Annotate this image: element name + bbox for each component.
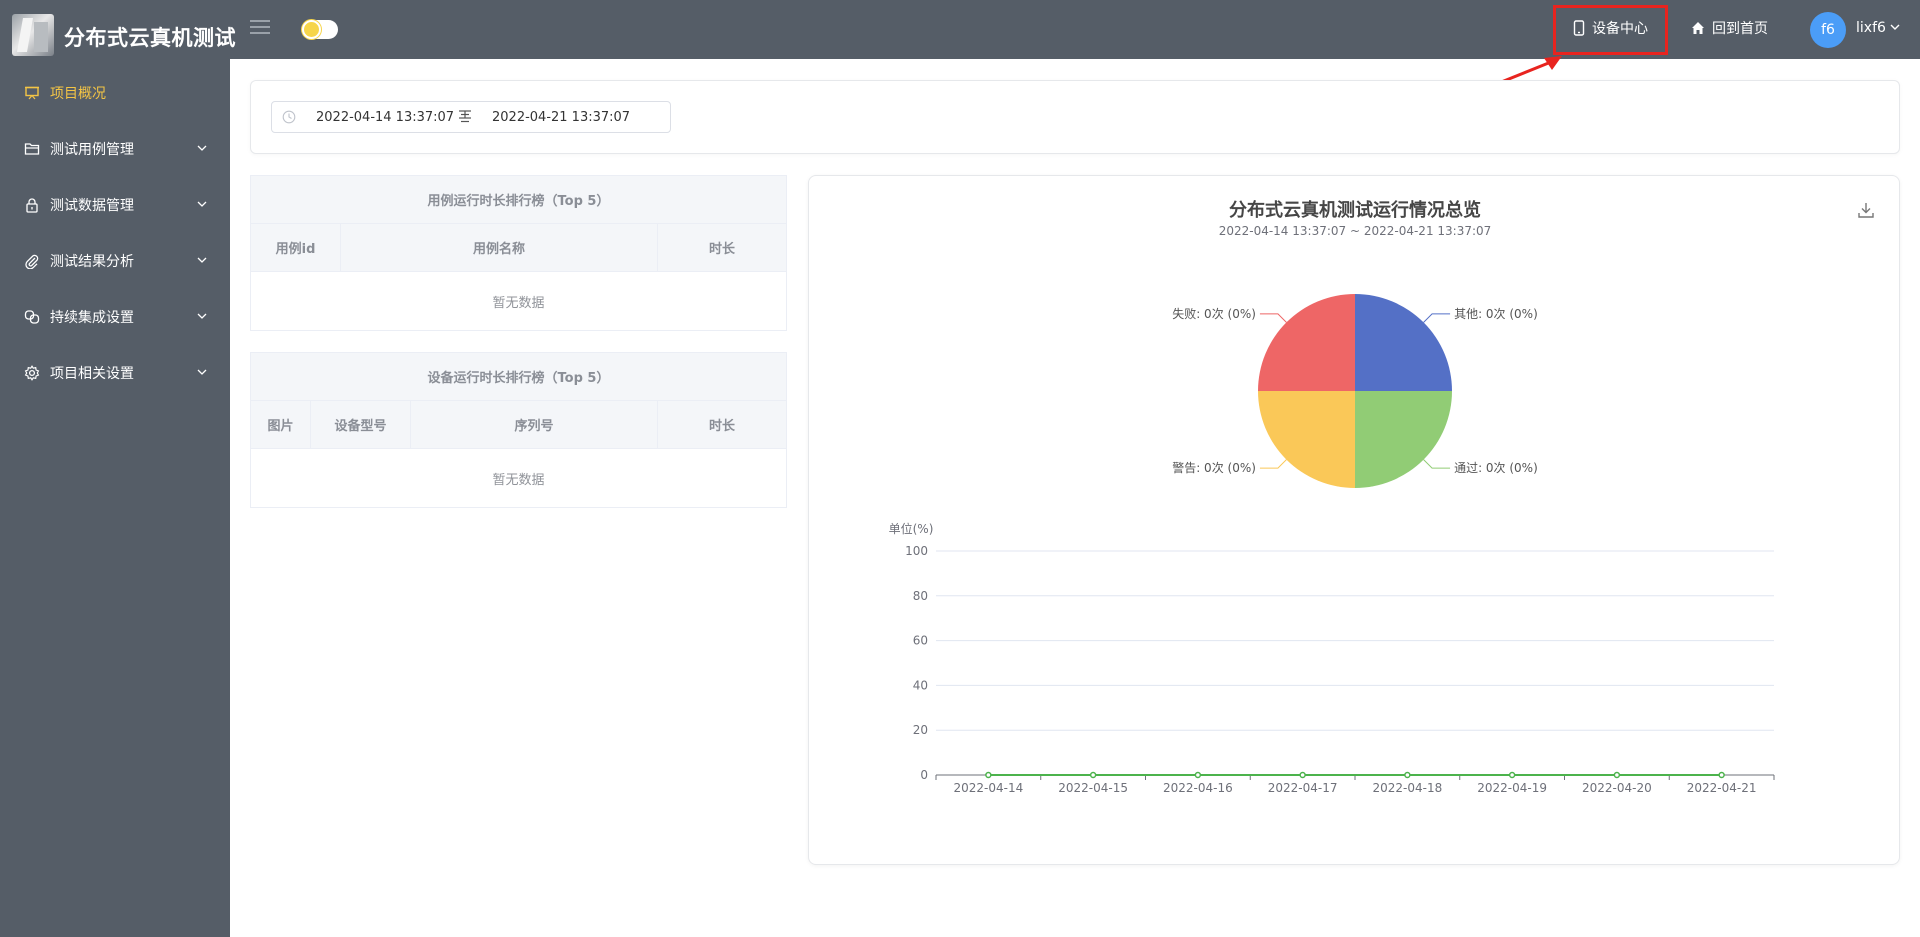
sidebar-item-overview[interactable]: 项目概况 <box>0 73 230 113</box>
pie-label: 通过: 0次 (0%) <box>1454 461 1538 475</box>
theme-toggle[interactable] <box>302 20 338 39</box>
sidebar-item-label: 项目相关设置 <box>50 366 134 382</box>
column-header[interactable]: 设备型号 <box>311 401 411 448</box>
data-point <box>1089 771 1097 779</box>
pie-label-line <box>1259 313 1287 323</box>
gear-icon <box>24 365 40 381</box>
case-ranking-table: 用例运行时长排行榜（Top 5） 用例id 用例名称 时长 暂无数据 <box>250 175 787 331</box>
chevron-down-icon <box>197 313 207 319</box>
home-link[interactable]: 回到首页 <box>1690 18 1768 38</box>
sidebar-item-settings[interactable]: 项目相关设置 <box>0 353 230 393</box>
menu-toggle-icon[interactable] <box>250 20 270 38</box>
y-axis-label: 单位(%) <box>889 521 934 536</box>
chevron-down-icon[interactable] <box>1889 21 1901 33</box>
pie-slice <box>1355 391 1452 488</box>
data-point <box>1718 771 1725 779</box>
sidebar-item-results[interactable]: 测试结果分析 <box>0 241 230 281</box>
table-title: 用例运行时长排行榜（Top 5） <box>251 176 786 224</box>
column-header[interactable]: 时长 <box>658 401 786 448</box>
sidebar-item-label: 持续集成设置 <box>50 310 134 326</box>
device-ranking-table: 设备运行时长排行榜（Top 5） 图片 设备型号 序列号 时长 暂无数据 <box>250 352 787 508</box>
sidebar: 项目概况 测试用例管理 测试数据管理 测试结果分析 持续集成设置 项目相关设置 <box>0 59 230 937</box>
pie-slice <box>1355 294 1452 391</box>
end-date[interactable]: 2022-04-21 13:37:07 <box>492 110 630 125</box>
pie-label-line <box>1423 313 1451 323</box>
chevron-down-icon <box>197 145 207 151</box>
sidebar-item-label: 测试用例管理 <box>50 142 134 158</box>
filter-card: 2022-04-14 13:37:07 2022-04-21 13:37:07 <box>250 80 1900 154</box>
data-point <box>1299 771 1306 779</box>
chevron-down-icon <box>197 257 207 263</box>
sidebar-item-label: 测试数据管理 <box>50 198 134 214</box>
range-separator-icon <box>459 110 471 123</box>
chevron-down-icon <box>197 201 207 207</box>
phone-icon <box>1573 20 1585 36</box>
device-center-label: 设备中心 <box>1592 21 1648 37</box>
pie-label-line <box>1423 459 1451 469</box>
empty-text: 暂无数据 <box>492 472 545 488</box>
device-center-link[interactable]: 设备中心 <box>1572 18 1648 38</box>
table-title: 设备运行时长排行榜（Top 5） <box>251 353 786 401</box>
lock-icon <box>26 198 38 213</box>
folder-icon <box>24 143 40 155</box>
chart-canvas: 其他: 0次 (0%) 通过: 0次 (0%) 警告: 0次 (0%) 失败: 0次 … <box>889 294 1775 795</box>
date-range-picker[interactable]: 2022-04-14 13:37:07 2022-04-21 13:37:07 <box>271 101 671 133</box>
avatar[interactable]: f6 <box>1810 12 1846 48</box>
table-header: 图片 设备型号 序列号 时长 <box>251 401 786 449</box>
sidebar-item-label: 测试结果分析 <box>50 254 134 270</box>
pie-label: 警告: 0次 (0%) <box>1172 460 1256 475</box>
data-point <box>1404 771 1411 779</box>
x-tick-label: 2022-04-17 <box>1268 781 1338 795</box>
x-tick-label: 2022-04-20 <box>1582 781 1652 795</box>
column-header[interactable]: 时长 <box>658 224 786 271</box>
data-point <box>1194 771 1202 779</box>
x-tick-label: 2022-04-18 <box>1373 781 1443 795</box>
table-header: 用例id 用例名称 时长 <box>251 224 786 272</box>
pie-slice <box>1258 391 1355 488</box>
x-tick-label: 2022-04-16 <box>1163 781 1233 795</box>
pie-label: 其他: 0次 (0%) <box>1454 307 1538 321</box>
y-tick-label: 60 <box>913 634 928 648</box>
pie-label: 失败: 0次 (0%) <box>1172 306 1256 321</box>
column-header[interactable]: 图片 <box>251 401 311 448</box>
app-title: 分布式云真机测试 <box>64 26 236 50</box>
sidebar-item-testdata[interactable]: 测试数据管理 <box>0 185 230 225</box>
data-point <box>1508 771 1516 779</box>
y-tick-label: 100 <box>905 544 928 558</box>
column-header[interactable]: 用例id <box>251 224 341 271</box>
column-header[interactable]: 用例名称 <box>341 224 658 271</box>
sidebar-item-ci[interactable]: 持续集成设置 <box>0 297 230 337</box>
data-point <box>1613 771 1621 779</box>
x-tick-label: 2022-04-15 <box>1058 781 1128 795</box>
overview-chart-card: 分布式云真机测试运行情况总览 2022-04-14 13:37:07 ~ 202… <box>808 175 1900 865</box>
paperclip-icon <box>25 254 39 269</box>
y-tick-label: 40 <box>913 678 928 692</box>
x-tick-label: 2022-04-21 <box>1687 781 1757 795</box>
top-header: 分布式云真机测试 设备中心 回到首页 f6 lixf6 <box>0 0 1920 95</box>
app-logo <box>12 14 54 56</box>
sidebar-item-testcases[interactable]: 测试用例管理 <box>0 129 230 169</box>
clock-icon <box>282 110 296 124</box>
username[interactable]: lixf6 <box>1856 20 1886 36</box>
start-date[interactable]: 2022-04-14 13:37:07 <box>316 110 454 125</box>
home-icon <box>1692 22 1704 34</box>
sidebar-item-label: 项目概况 <box>50 86 106 102</box>
x-tick-label: 2022-04-14 <box>954 781 1024 795</box>
chevron-down-icon <box>197 369 207 375</box>
link-icon <box>24 310 40 324</box>
y-tick-label: 0 <box>920 768 928 782</box>
presentation-icon <box>25 86 39 100</box>
home-link-label: 回到首页 <box>1712 21 1768 37</box>
y-tick-label: 80 <box>913 589 928 603</box>
pie-slice <box>1258 294 1355 391</box>
data-point <box>985 771 992 779</box>
x-tick-label: 2022-04-19 <box>1477 781 1547 795</box>
column-header[interactable]: 序列号 <box>411 401 658 448</box>
y-tick-label: 20 <box>913 723 928 737</box>
empty-text: 暂无数据 <box>492 295 545 311</box>
toggle-knob-icon <box>302 20 321 39</box>
pie-label-line <box>1259 459 1287 469</box>
